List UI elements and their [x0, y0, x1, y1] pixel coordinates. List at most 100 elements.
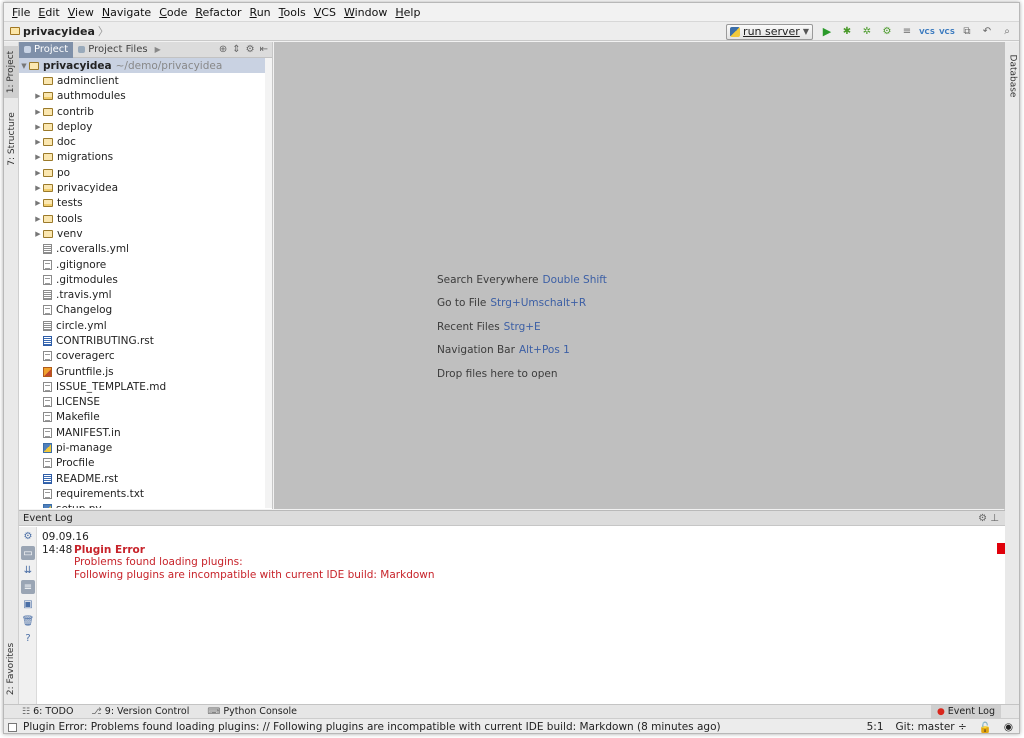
tool-tab-structure[interactable]: 7: Structure	[4, 108, 19, 170]
revert-icon[interactable]: ↶	[980, 25, 994, 39]
tree-item[interactable]: pi-manage	[19, 440, 272, 455]
tree-scrollbar[interactable]	[265, 58, 272, 508]
menu-refactor[interactable]: Refactor	[191, 6, 245, 19]
menu-code[interactable]: Code	[155, 6, 191, 19]
coverage-icon[interactable]: ✲	[860, 25, 874, 39]
tree-item[interactable]: ▶ deploy	[19, 119, 272, 134]
tree-item[interactable]: ▶ po	[19, 165, 272, 180]
tree-item[interactable]: ▶ contrib	[19, 104, 272, 119]
tree-item[interactable]: ▶ tools	[19, 211, 272, 226]
tree-item[interactable]: CONTRIBUTING.rst	[19, 333, 272, 348]
help-icon[interactable]: ?	[21, 631, 35, 645]
gear-icon[interactable]: ⚙	[246, 44, 255, 55]
error-stripe-marker[interactable]	[997, 543, 1005, 554]
tool-tab-database[interactable]: Database	[1005, 48, 1019, 104]
tree-item[interactable]: .gitmodules	[19, 272, 272, 287]
collapsed-arrow-icon[interactable]: ▶	[33, 92, 43, 100]
collapsed-arrow-icon[interactable]: ▶	[33, 230, 43, 238]
tool-tab-event-log[interactable]: ● Event Log	[930, 704, 1001, 719]
event-entry-title: Plugin Error	[74, 543, 145, 556]
menu-tools[interactable]: Tools	[275, 6, 310, 19]
tool-tab-version-control[interactable]: ⎇ 9: Version Control	[91, 706, 189, 717]
more-tabs-icon[interactable]: ▶	[155, 45, 161, 54]
run-icon[interactable]: ▶	[820, 25, 834, 39]
menu-view[interactable]: View	[64, 6, 98, 19]
debug-icon[interactable]: ✱	[840, 25, 854, 39]
menu-window[interactable]: Window	[340, 6, 391, 19]
tool-tab-python-console[interactable]: ⌨ Python Console	[207, 706, 297, 717]
tree-item[interactable]: adminclient	[19, 73, 272, 88]
expanded-arrow-icon[interactable]: ▼	[19, 62, 29, 70]
menu-navigate[interactable]: Navigate	[98, 6, 155, 19]
tree-item[interactable]: .gitignore	[19, 257, 272, 272]
concurrency-icon[interactable]: ≡	[900, 25, 914, 39]
tree-item[interactable]: Gruntfile.js	[19, 364, 272, 379]
breadcrumb[interactable]: privacyidea 〉	[4, 23, 109, 39]
run-configuration-select[interactable]: run server ▼	[726, 23, 813, 40]
tree-item[interactable]: Procfile	[19, 456, 272, 471]
hide-panel-icon[interactable]: ⇤	[260, 44, 268, 55]
caret-position[interactable]: 5:1	[867, 721, 884, 733]
lock-icon[interactable]: 🔓	[979, 721, 992, 734]
tool-tab-project[interactable]: 1: Project	[4, 46, 19, 98]
tree-item[interactable]: ▶ authmodules	[19, 89, 272, 104]
tree-item[interactable]: ▶ migrations	[19, 150, 272, 165]
package-folder-icon	[43, 184, 53, 193]
tree-item[interactable]: setup.py	[19, 502, 272, 508]
export-icon[interactable]: ▣	[21, 597, 35, 611]
menu-run[interactable]: Run	[246, 6, 275, 19]
collapsed-arrow-icon[interactable]: ▶	[33, 199, 43, 207]
menu-help[interactable]: Help	[391, 6, 424, 19]
tree-item[interactable]: requirements.txt	[19, 486, 272, 501]
event-log-settings-icon[interactable]: ⚙ ⊥	[978, 513, 999, 524]
tree-item[interactable]: ▶ privacyidea	[19, 180, 272, 195]
tree-item[interactable]: ▶ tests	[19, 196, 272, 211]
settings-icon[interactable]: ⚙	[21, 529, 35, 543]
tab-project[interactable]: Project	[19, 41, 74, 58]
collapsed-arrow-icon[interactable]: ▶	[33, 123, 43, 131]
collapse-all-icon[interactable]: ⇕	[232, 44, 240, 55]
vcs-update-icon[interactable]: VCS	[919, 25, 935, 39]
menu-file[interactable]: File	[8, 6, 34, 19]
git-branch[interactable]: Git: master ÷	[896, 721, 967, 733]
menu-edit[interactable]: Edit	[34, 6, 63, 19]
tree-item[interactable]: .coveralls.yml	[19, 242, 272, 257]
collapsed-arrow-icon[interactable]: ▶	[33, 153, 43, 161]
tree-item[interactable]: Changelog	[19, 303, 272, 318]
tree-item[interactable]: Makefile	[19, 410, 272, 425]
collapsed-arrow-icon[interactable]: ▶	[33, 169, 43, 177]
status-message[interactable]: Plugin Error: Problems found loading plu…	[23, 721, 721, 733]
tree-item[interactable]: ISSUE_TEMPLATE.md	[19, 379, 272, 394]
rst-file-icon	[43, 335, 52, 346]
scroll-to-end-icon[interactable]: ⇊	[21, 563, 35, 577]
breadcrumb-project[interactable]: privacyidea	[23, 25, 95, 38]
tree-item[interactable]: ▶ venv	[19, 226, 272, 241]
tree-item[interactable]: MANIFEST.in	[19, 425, 272, 440]
scroll-from-source-icon[interactable]: ⊕	[219, 44, 227, 55]
search-icon[interactable]: ⌕	[1000, 25, 1014, 39]
vcs-commit-icon[interactable]: VCS	[939, 25, 955, 39]
toggle-tool-windows-icon[interactable]	[8, 722, 17, 732]
mark-read-icon[interactable]: ≡	[21, 580, 35, 594]
tab-project-files[interactable]: Project Files	[73, 42, 152, 58]
tree-item[interactable]: coveragerc	[19, 349, 272, 364]
tree-item[interactable]: LICENSE	[19, 395, 272, 410]
collapsed-arrow-icon[interactable]: ▶	[33, 138, 43, 146]
profile-icon[interactable]: ⚙	[880, 25, 894, 39]
tree-item[interactable]: ▶ doc	[19, 134, 272, 149]
compare-icon[interactable]: ⧉	[960, 25, 974, 39]
delete-icon[interactable]: 🗑	[21, 614, 35, 628]
tree-item[interactable]: circle.yml	[19, 318, 272, 333]
tool-tab-todo[interactable]: ☷ 6: TODO	[22, 706, 73, 717]
tree-item[interactable]: .travis.yml	[19, 287, 272, 302]
collapsed-arrow-icon[interactable]: ▶	[33, 108, 43, 116]
editor-area[interactable]: Search Everywhere Double Shift Go to Fil…	[274, 42, 1005, 509]
collapsed-arrow-icon[interactable]: ▶	[33, 184, 43, 192]
memory-indicator-icon[interactable]: ◉	[1004, 721, 1013, 733]
soft-wrap-icon[interactable]: ▭	[21, 546, 35, 560]
tree-item[interactable]: README.rst	[19, 471, 272, 486]
menu-vcs[interactable]: VCS	[310, 6, 340, 19]
tool-tab-favorites[interactable]: 2: Favorites	[4, 638, 19, 700]
collapsed-arrow-icon[interactable]: ▶	[33, 215, 43, 223]
tree-root[interactable]: ▼ privacyidea ~/demo/privacyidea	[19, 58, 272, 74]
